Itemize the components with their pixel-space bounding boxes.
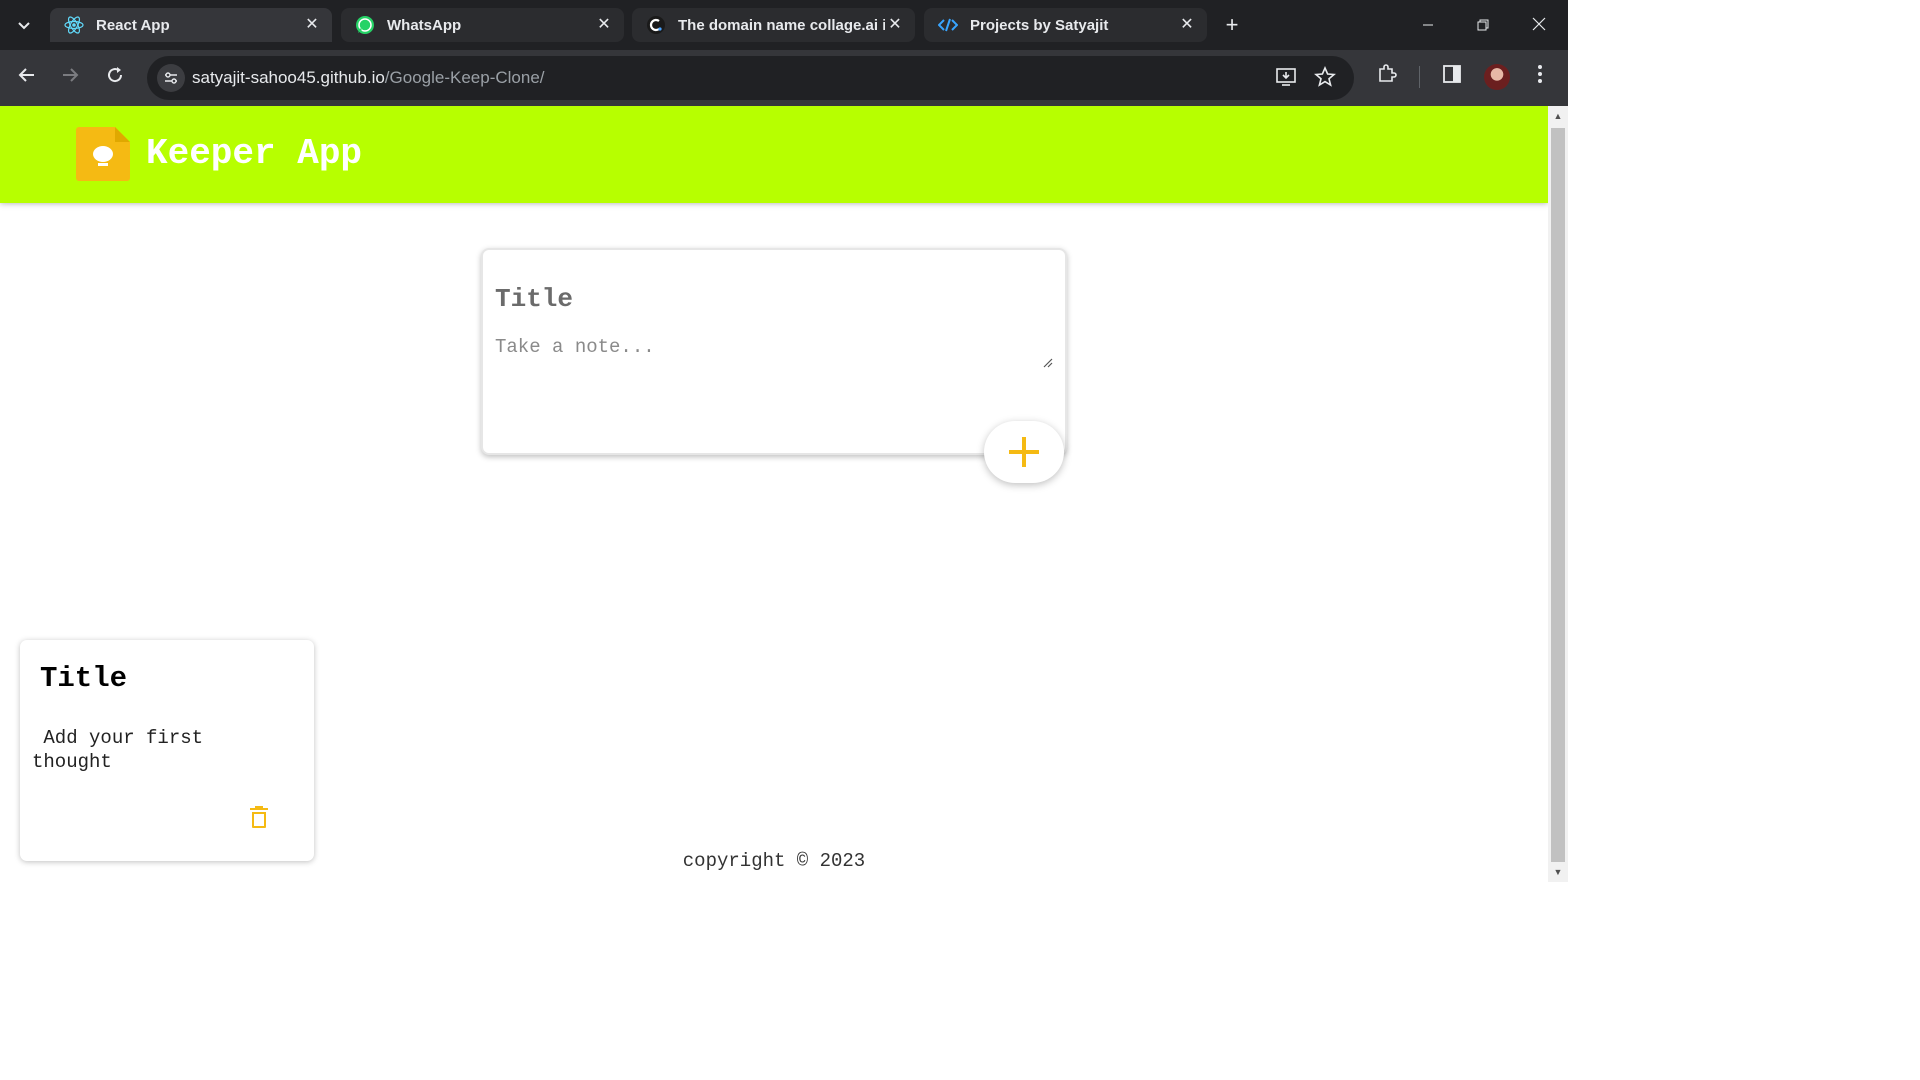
- browser-toolbar: satyajit-sahoo45.github.io/Google-Keep-C…: [0, 50, 1568, 106]
- add-note-button[interactable]: [984, 421, 1064, 483]
- whatsapp-icon: [355, 15, 375, 35]
- page-viewport: Keeper App Title Add your first thought …: [0, 106, 1548, 882]
- new-tab-button[interactable]: +: [1220, 12, 1244, 38]
- app-header: Keeper App: [0, 106, 1548, 203]
- tab-title: Projects by Satyajit: [970, 16, 1109, 34]
- tab-title: WhatsApp: [387, 16, 462, 34]
- note-content-input[interactable]: [495, 336, 1055, 370]
- bookmark-button[interactable]: [1313, 65, 1337, 90]
- install-app-button[interactable]: [1274, 66, 1298, 90]
- side-panel-button[interactable]: [1436, 62, 1468, 94]
- create-note-form: [481, 248, 1067, 455]
- tab-projects[interactable]: Projects by Satyajit ✕: [924, 8, 1207, 42]
- close-tab-icon[interactable]: ✕: [1177, 15, 1197, 35]
- tab-title: React App: [96, 16, 170, 34]
- scrollbar-thumb[interactable]: [1551, 128, 1565, 862]
- scroll-down-arrow-icon[interactable]: ▼: [1548, 864, 1568, 880]
- scroll-up-arrow-icon[interactable]: ▲: [1548, 108, 1568, 124]
- close-tab-icon[interactable]: ✕: [594, 15, 614, 35]
- side-panel-icon: [1443, 65, 1461, 83]
- more-vert-icon: [1538, 65, 1542, 83]
- address-bar[interactable]: satyajit-sahoo45.github.io/Google-Keep-C…: [147, 56, 1354, 100]
- restore-button[interactable]: [1463, 10, 1503, 40]
- reload-button[interactable]: [99, 62, 131, 94]
- note-title: Title: [40, 662, 128, 695]
- tab-collage[interactable]: The domain name collage.ai is ✕: [632, 8, 915, 42]
- url-path: /Google-Keep-Clone/: [384, 68, 545, 87]
- note-content: Add your first thought: [32, 727, 204, 773]
- minimize-button[interactable]: [1408, 10, 1448, 40]
- reload-icon: [108, 67, 123, 83]
- code-icon: [938, 15, 958, 35]
- note-title-input[interactable]: [495, 280, 1045, 318]
- arrow-right-icon: [63, 68, 79, 82]
- plus-icon: [1009, 437, 1039, 467]
- restore-icon: [1477, 19, 1489, 31]
- url-text[interactable]: satyajit-sahoo45.github.io/Google-Keep-C…: [192, 68, 545, 88]
- tab-title: The domain name collage.ai is: [678, 16, 885, 34]
- trash-icon: [250, 806, 268, 828]
- minimize-icon: [1423, 24, 1433, 26]
- install-icon: [1276, 68, 1296, 86]
- extensions-button[interactable]: [1371, 62, 1403, 94]
- tab-search-button[interactable]: [8, 12, 40, 38]
- collage-icon: [646, 15, 666, 35]
- profile-avatar[interactable]: [1484, 64, 1510, 90]
- chevron-down-icon: [18, 22, 30, 30]
- delete-note-button[interactable]: [246, 802, 272, 832]
- url-host: satyajit-sahoo45.github.io: [192, 68, 385, 87]
- close-tab-icon[interactable]: ✕: [885, 15, 905, 35]
- menu-button[interactable]: [1524, 62, 1556, 94]
- app-title: Keeper App: [146, 133, 363, 174]
- star-icon: [1314, 65, 1336, 87]
- forward-button[interactable]: [54, 62, 86, 94]
- resize-handle-icon[interactable]: [1041, 356, 1053, 368]
- close-tab-icon[interactable]: ✕: [302, 15, 322, 35]
- close-window-button[interactable]: [1519, 10, 1559, 40]
- tab-react-app[interactable]: React App ✕: [50, 8, 332, 42]
- footer-copyright: copyright © 2023: [682, 850, 866, 872]
- tab-strip: React App ✕ WhatsApp ✕ The domain name c…: [0, 0, 1568, 50]
- puzzle-icon: [1379, 64, 1397, 82]
- react-icon: [64, 15, 84, 35]
- toolbar-divider: [1419, 66, 1420, 88]
- vertical-scrollbar[interactable]: ▲ ▼: [1548, 106, 1568, 882]
- site-info-button[interactable]: [157, 64, 185, 92]
- back-button[interactable]: [11, 62, 43, 94]
- tune-icon: [165, 72, 177, 84]
- keep-logo-icon: [76, 127, 130, 181]
- tab-whatsapp[interactable]: WhatsApp ✕: [341, 8, 624, 42]
- note-card: Title Add your first thought: [20, 640, 314, 861]
- close-icon: [1532, 17, 1546, 31]
- arrow-left-icon: [18, 68, 34, 82]
